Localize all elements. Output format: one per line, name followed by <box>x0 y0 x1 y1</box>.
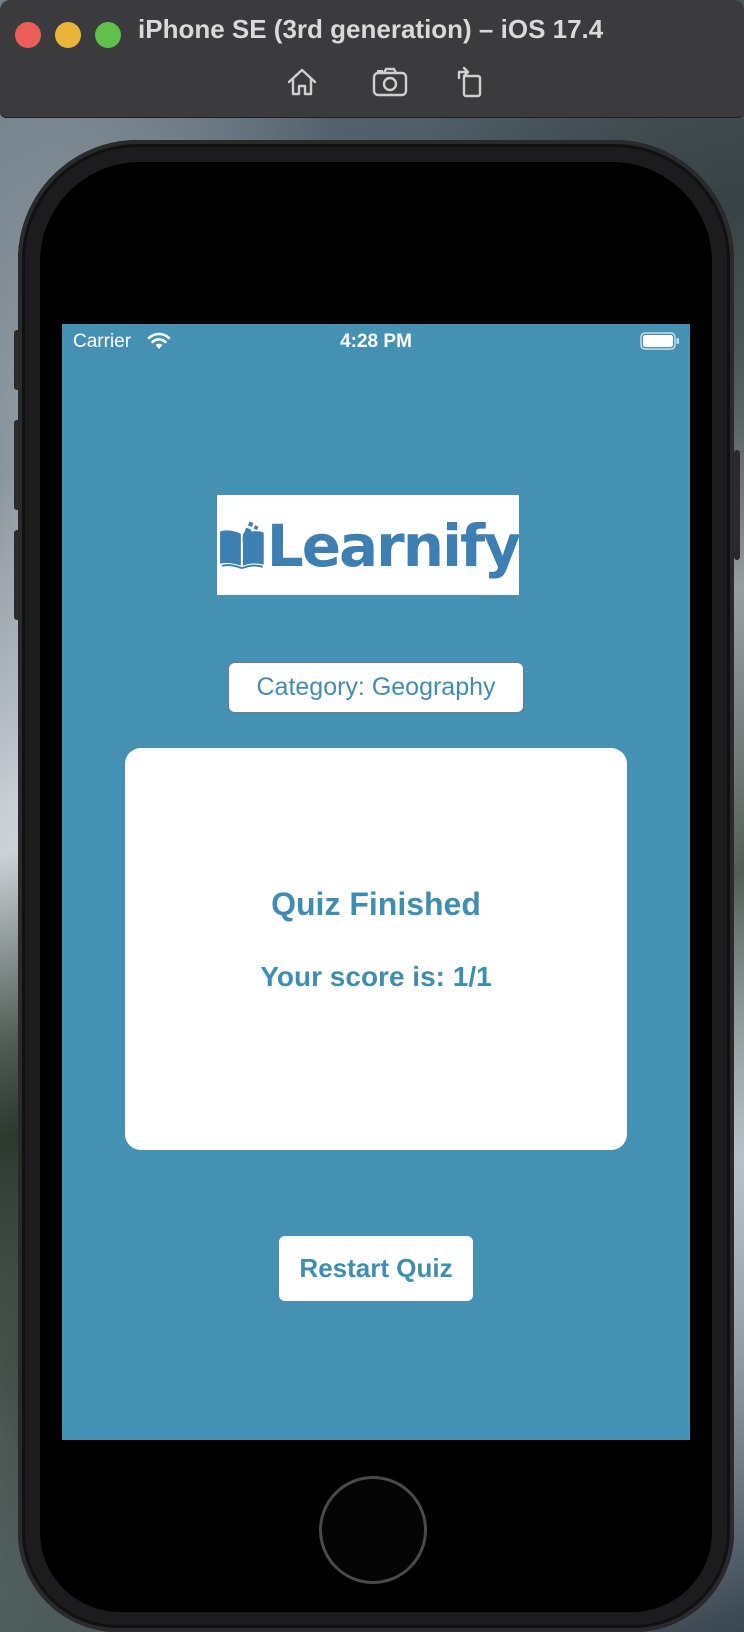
home-icon[interactable] <box>284 65 320 99</box>
mute-switch[interactable] <box>14 330 20 390</box>
volume-up-button[interactable] <box>14 420 20 510</box>
minimize-window-button[interactable] <box>55 22 81 48</box>
book-logo-icon <box>220 521 264 569</box>
restart-quiz-button[interactable]: Restart Quiz <box>279 1236 473 1301</box>
close-window-button[interactable] <box>15 22 41 48</box>
battery-icon <box>640 332 680 355</box>
status-time: 4:28 PM <box>340 331 412 352</box>
window-title: iPhone SE (3rd generation) – iOS 17.4 <box>138 14 604 44</box>
score-text: Your score is: 1/1 <box>260 961 492 992</box>
learnify-logo: Learnify <box>217 495 519 595</box>
camera-icon[interactable] <box>372 65 408 99</box>
zoom-window-button[interactable] <box>95 22 121 48</box>
home-button[interactable] <box>319 1476 427 1584</box>
result-card: Quiz Finished Your score is: 1/1 <box>125 748 627 1150</box>
logo-wordmark: Learnify <box>266 512 519 580</box>
simulator-title-bar[interactable]: iPhone SE (3rd generation) – iOS 17.4 <box>0 0 744 118</box>
quiz-finished-title: Quiz Finished <box>271 886 481 922</box>
status-bar: Carrier 4:28 PM <box>62 324 690 358</box>
rotate-icon[interactable] <box>452 65 488 99</box>
category-label: Category: Geography <box>228 662 524 713</box>
power-button[interactable] <box>734 450 740 560</box>
volume-down-button[interactable] <box>14 530 20 620</box>
app-screen: Carrier 4:28 PM Learnify Category: Geogr… <box>62 324 690 1440</box>
